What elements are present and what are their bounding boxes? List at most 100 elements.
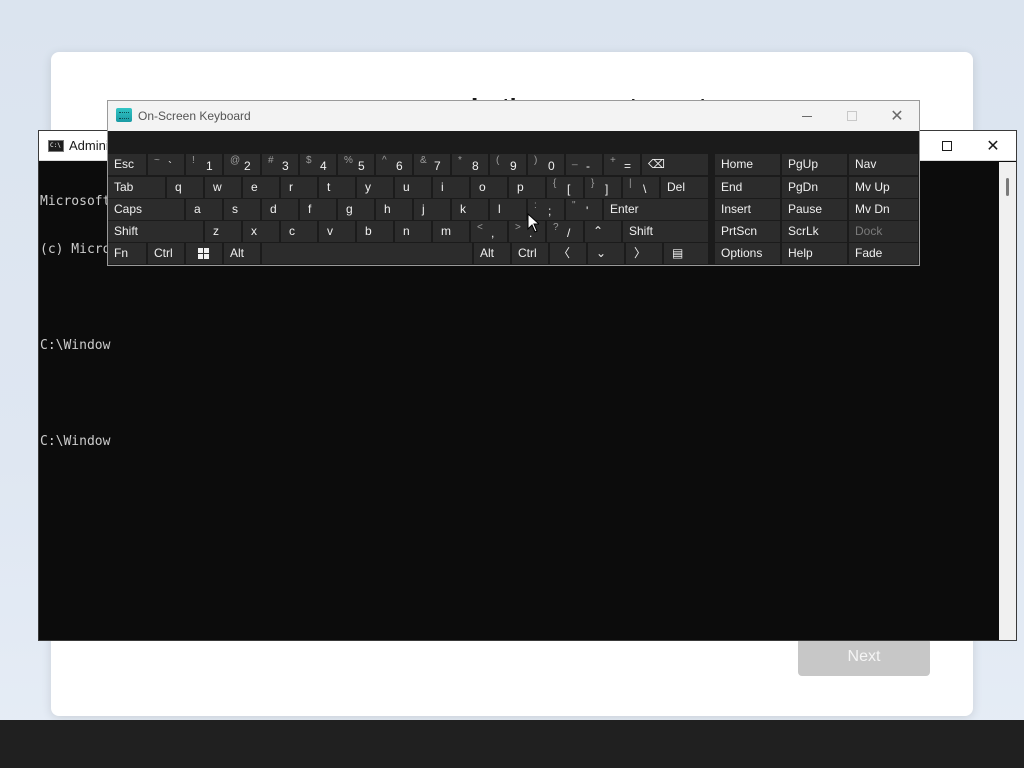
key-b[interactable]: b [357,221,393,242]
key-comma[interactable]: <, [471,221,507,242]
key-insert[interactable]: Insert [715,199,780,220]
key-label: PgUp [788,157,819,171]
key-fade[interactable]: Fade [849,243,918,264]
key-q[interactable]: q [167,177,203,198]
key-r[interactable]: r [281,177,317,198]
key-right[interactable]: 〉 [626,243,662,264]
key-i[interactable]: i [433,177,469,198]
key-home[interactable]: Home [715,154,780,175]
key-shift-label: ( [496,155,500,166]
key-label: u [403,180,410,194]
key-del[interactable]: Del [661,177,708,198]
key-fn[interactable]: Fn [108,243,146,264]
key-c[interactable]: c [281,221,317,242]
key-5[interactable]: % 5 [338,154,374,175]
key-quote[interactable]: " ' [566,199,602,220]
key-ctrl-left[interactable]: Ctrl [148,243,184,264]
close-icon[interactable]: ✕ [886,106,908,126]
key-mv-dn[interactable]: Mv Dn [849,199,918,220]
key-backslash[interactable]: | \ [623,177,659,198]
key-y[interactable]: y [357,177,393,198]
key-e[interactable]: e [243,177,279,198]
key-ctrl-right[interactable]: Ctrl [512,243,548,264]
key-u[interactable]: u [395,177,431,198]
key-minus[interactable]: _ - [566,154,602,175]
key-s[interactable]: s [224,199,260,220]
key-tab[interactable]: Tab [108,177,165,198]
key-esc[interactable]: Esc [108,154,146,175]
key-nav[interactable]: Nav [849,154,918,175]
key-alt-right[interactable]: Alt [474,243,510,264]
key-pause[interactable]: Pause [782,199,847,220]
key-a[interactable]: a [186,199,222,220]
key-8[interactable]: * 8 [452,154,488,175]
key-g[interactable]: g [338,199,374,220]
key-help[interactable]: Help [782,243,847,264]
key-caps[interactable]: Caps [108,199,184,220]
key-left[interactable]: 〈 [550,243,586,264]
maximize-icon [841,106,863,126]
key-m[interactable]: m [433,221,469,242]
key-l[interactable]: l [490,199,526,220]
key-t[interactable]: t [319,177,355,198]
key-shift-label: @ [230,155,241,166]
key-k[interactable]: k [452,199,488,220]
key-x[interactable]: x [243,221,279,242]
key-z[interactable]: z [205,221,241,242]
key-f[interactable]: f [300,199,336,220]
key-up[interactable]: ⌃ [585,221,621,242]
scrollbar-thumb[interactable] [1006,178,1009,196]
key-2[interactable]: @2 [224,154,260,175]
key-o[interactable]: o [471,177,507,198]
key-menu[interactable]: ▤ [664,243,708,264]
key-label: d [270,202,277,216]
key-backspace[interactable]: ⌫ [642,154,708,175]
key-j[interactable]: j [414,199,450,220]
minimize-icon[interactable] [796,106,818,126]
key-label: v [327,224,333,238]
key-pgdn[interactable]: PgDn [782,177,847,198]
key-label: PgDn [788,180,819,194]
key-prtscn[interactable]: PrtScn [715,221,780,242]
key-3[interactable]: #3 [262,154,298,175]
maximize-icon[interactable] [935,135,959,157]
on-screen-keyboard[interactable]: On-Screen Keyboard ✕ Esc ~ `! 1 @2 #3 $4% 5 ^ 6 & 7… [107,100,920,266]
key-options[interactable]: Options [715,243,780,264]
key-9[interactable]: (9 [490,154,526,175]
key-enter[interactable]: Enter [604,199,708,220]
key-alt-left[interactable]: Alt [224,243,260,264]
key-end[interactable]: End [715,177,780,198]
key-shift-label: ! [192,155,195,166]
key-rbracket[interactable]: }] [585,177,621,198]
key-p[interactable]: p [509,177,545,198]
key-label: Alt [230,246,245,260]
close-icon[interactable]: ✕ [981,135,1005,157]
key-label: Del [667,180,686,194]
key-shift-left[interactable]: Shift [108,221,203,242]
key-7[interactable]: & 7 [414,154,450,175]
key-6[interactable]: ^ 6 [376,154,412,175]
key-equals[interactable]: + = [604,154,640,175]
key-shift-right[interactable]: Shift [623,221,708,242]
key-h[interactable]: h [376,199,412,220]
key-0[interactable]: ) 0 [528,154,564,175]
key-d[interactable]: d [262,199,298,220]
key-backtick[interactable]: ~ ` [148,154,184,175]
key-pgup[interactable]: PgUp [782,154,847,175]
key-scrlk[interactable]: ScrLk [782,221,847,242]
key-windows[interactable] [186,243,222,264]
key-1[interactable]: ! 1 [186,154,222,175]
key-shift-label: % [344,155,353,166]
next-button[interactable]: Next [798,638,930,676]
key-down[interactable]: ⌄ [588,243,624,264]
key-space[interactable] [262,243,472,264]
vertical-scrollbar[interactable] [999,162,1016,640]
key-mv-up[interactable]: Mv Up [849,177,918,198]
key-n[interactable]: n [395,221,431,242]
key-w[interactable]: w [205,177,241,198]
key-v[interactable]: v [319,221,355,242]
key-slash[interactable]: ? / [547,221,583,242]
osk-titlebar[interactable]: On-Screen Keyboard ✕ [108,101,919,131]
key-lbracket[interactable]: {[ [547,177,583,198]
key-4[interactable]: $4 [300,154,336,175]
